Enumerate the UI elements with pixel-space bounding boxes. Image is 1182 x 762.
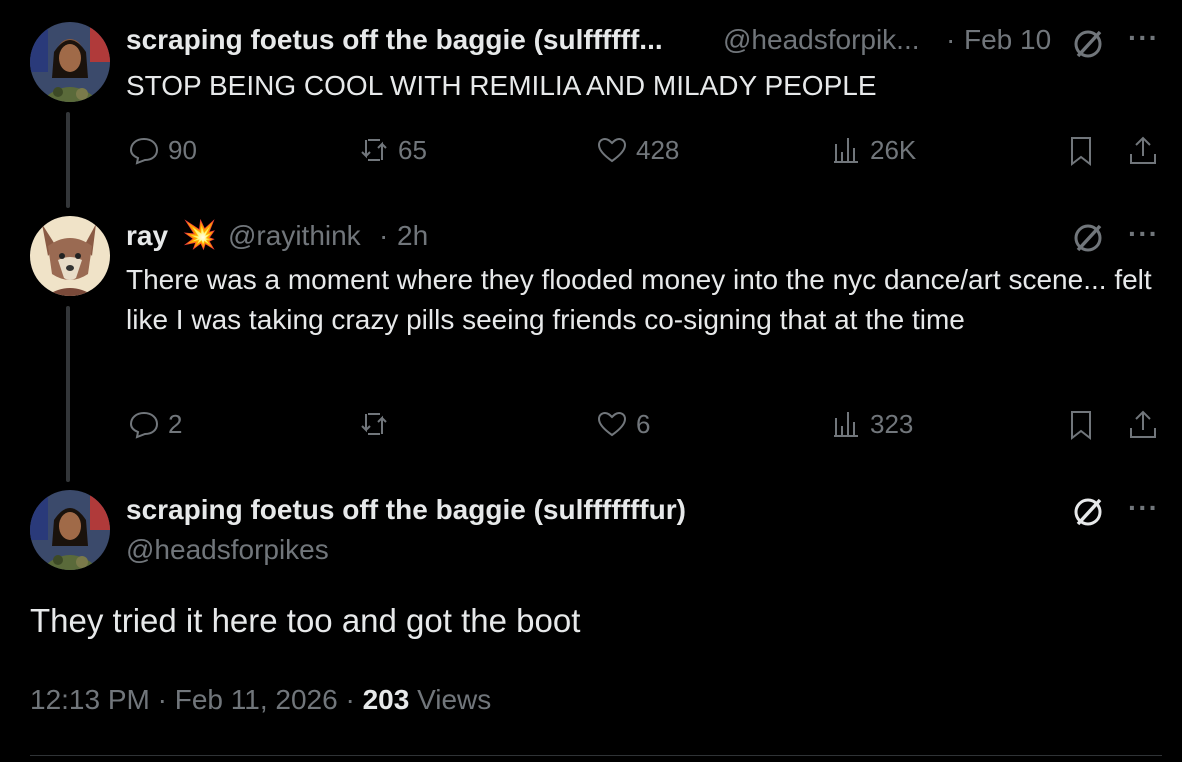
- tweet-time[interactable]: 2h: [397, 220, 428, 252]
- share-icon: [1130, 410, 1156, 438]
- tweet-time[interactable]: 12:13 PM: [30, 684, 150, 715]
- separator-dot: ·: [345, 684, 355, 715]
- tweet-meta: 12:13 PM · Feb 11, 2026 · 203 Views: [30, 684, 491, 716]
- reply-icon: [129, 137, 159, 165]
- like-button[interactable]: 428: [596, 134, 679, 166]
- grok-icon[interactable]: [1070, 494, 1106, 535]
- views-icon: [834, 138, 858, 163]
- reply-icon: [129, 411, 159, 439]
- author-name[interactable]: scraping foetus off the baggie (sulfffff…: [126, 24, 663, 56]
- like-count: 428: [636, 134, 680, 165]
- repost-icon: [361, 413, 387, 435]
- bookmark-icon: [1071, 137, 1091, 167]
- author-name[interactable]: ray: [126, 220, 168, 252]
- share-button[interactable]: [1126, 408, 1160, 442]
- views-count: 323: [870, 408, 914, 439]
- repost-icon: [361, 139, 387, 161]
- author-name[interactable]: scraping foetus off the baggie (sulfffff…: [126, 494, 686, 526]
- repost-button[interactable]: 65: [358, 134, 427, 166]
- more-icon[interactable]: ···: [1128, 22, 1159, 54]
- share-button[interactable]: [1126, 134, 1160, 168]
- grok-icon[interactable]: [1070, 26, 1106, 67]
- heart-icon: [597, 411, 627, 437]
- separator-dot: ·: [157, 684, 167, 715]
- bookmark-button[interactable]: [1064, 408, 1098, 442]
- tweet-date[interactable]: Feb 11, 2026: [175, 684, 338, 715]
- separator-dot: ·: [379, 220, 389, 251]
- author-handle[interactable]: @headsforpik...: [723, 24, 920, 56]
- thread-line: [66, 306, 70, 482]
- repost-button[interactable]: [358, 408, 398, 440]
- avatar[interactable]: [30, 490, 110, 570]
- separator-dot: ·: [946, 24, 956, 55]
- views-button[interactable]: 323: [830, 408, 913, 440]
- bookmark-button[interactable]: [1064, 134, 1098, 168]
- reply-button[interactable]: 2: [128, 408, 182, 440]
- like-count: 6: [636, 408, 651, 439]
- reply-button[interactable]: 90: [128, 134, 197, 166]
- tweet-time[interactable]: Feb 10: [964, 24, 1051, 56]
- bookmark-icon: [1071, 411, 1091, 441]
- tweet-text: There was a moment where they flooded mo…: [126, 264, 1152, 335]
- views-button[interactable]: 26K: [830, 134, 916, 166]
- reply-count: 90: [168, 134, 197, 165]
- avatar[interactable]: [30, 216, 110, 296]
- like-button[interactable]: 6: [596, 408, 650, 440]
- avatar[interactable]: [30, 22, 110, 102]
- author-handle[interactable]: @headsforpikes: [126, 534, 329, 566]
- share-icon: [1130, 136, 1156, 164]
- name-emoji: 💥: [182, 219, 217, 250]
- more-icon[interactable]: ···: [1128, 492, 1159, 524]
- views-icon: [834, 412, 858, 437]
- heart-icon: [597, 137, 627, 163]
- views-label: Views: [417, 684, 492, 715]
- tweet-text: They tried it here too and got the boot: [30, 602, 581, 639]
- thread-line: [66, 112, 70, 208]
- views-count: 203: [362, 684, 410, 715]
- tweet-text: STOP BEING COOL WITH REMILIA AND MILADY …: [126, 70, 877, 101]
- repost-count: 65: [398, 134, 427, 165]
- more-icon[interactable]: ···: [1128, 218, 1159, 250]
- grok-icon[interactable]: [1070, 220, 1106, 261]
- reply-count: 2: [168, 408, 183, 439]
- author-handle[interactable]: @rayithink: [228, 220, 361, 252]
- views-count: 26K: [870, 134, 917, 165]
- divider: [30, 755, 1162, 756]
